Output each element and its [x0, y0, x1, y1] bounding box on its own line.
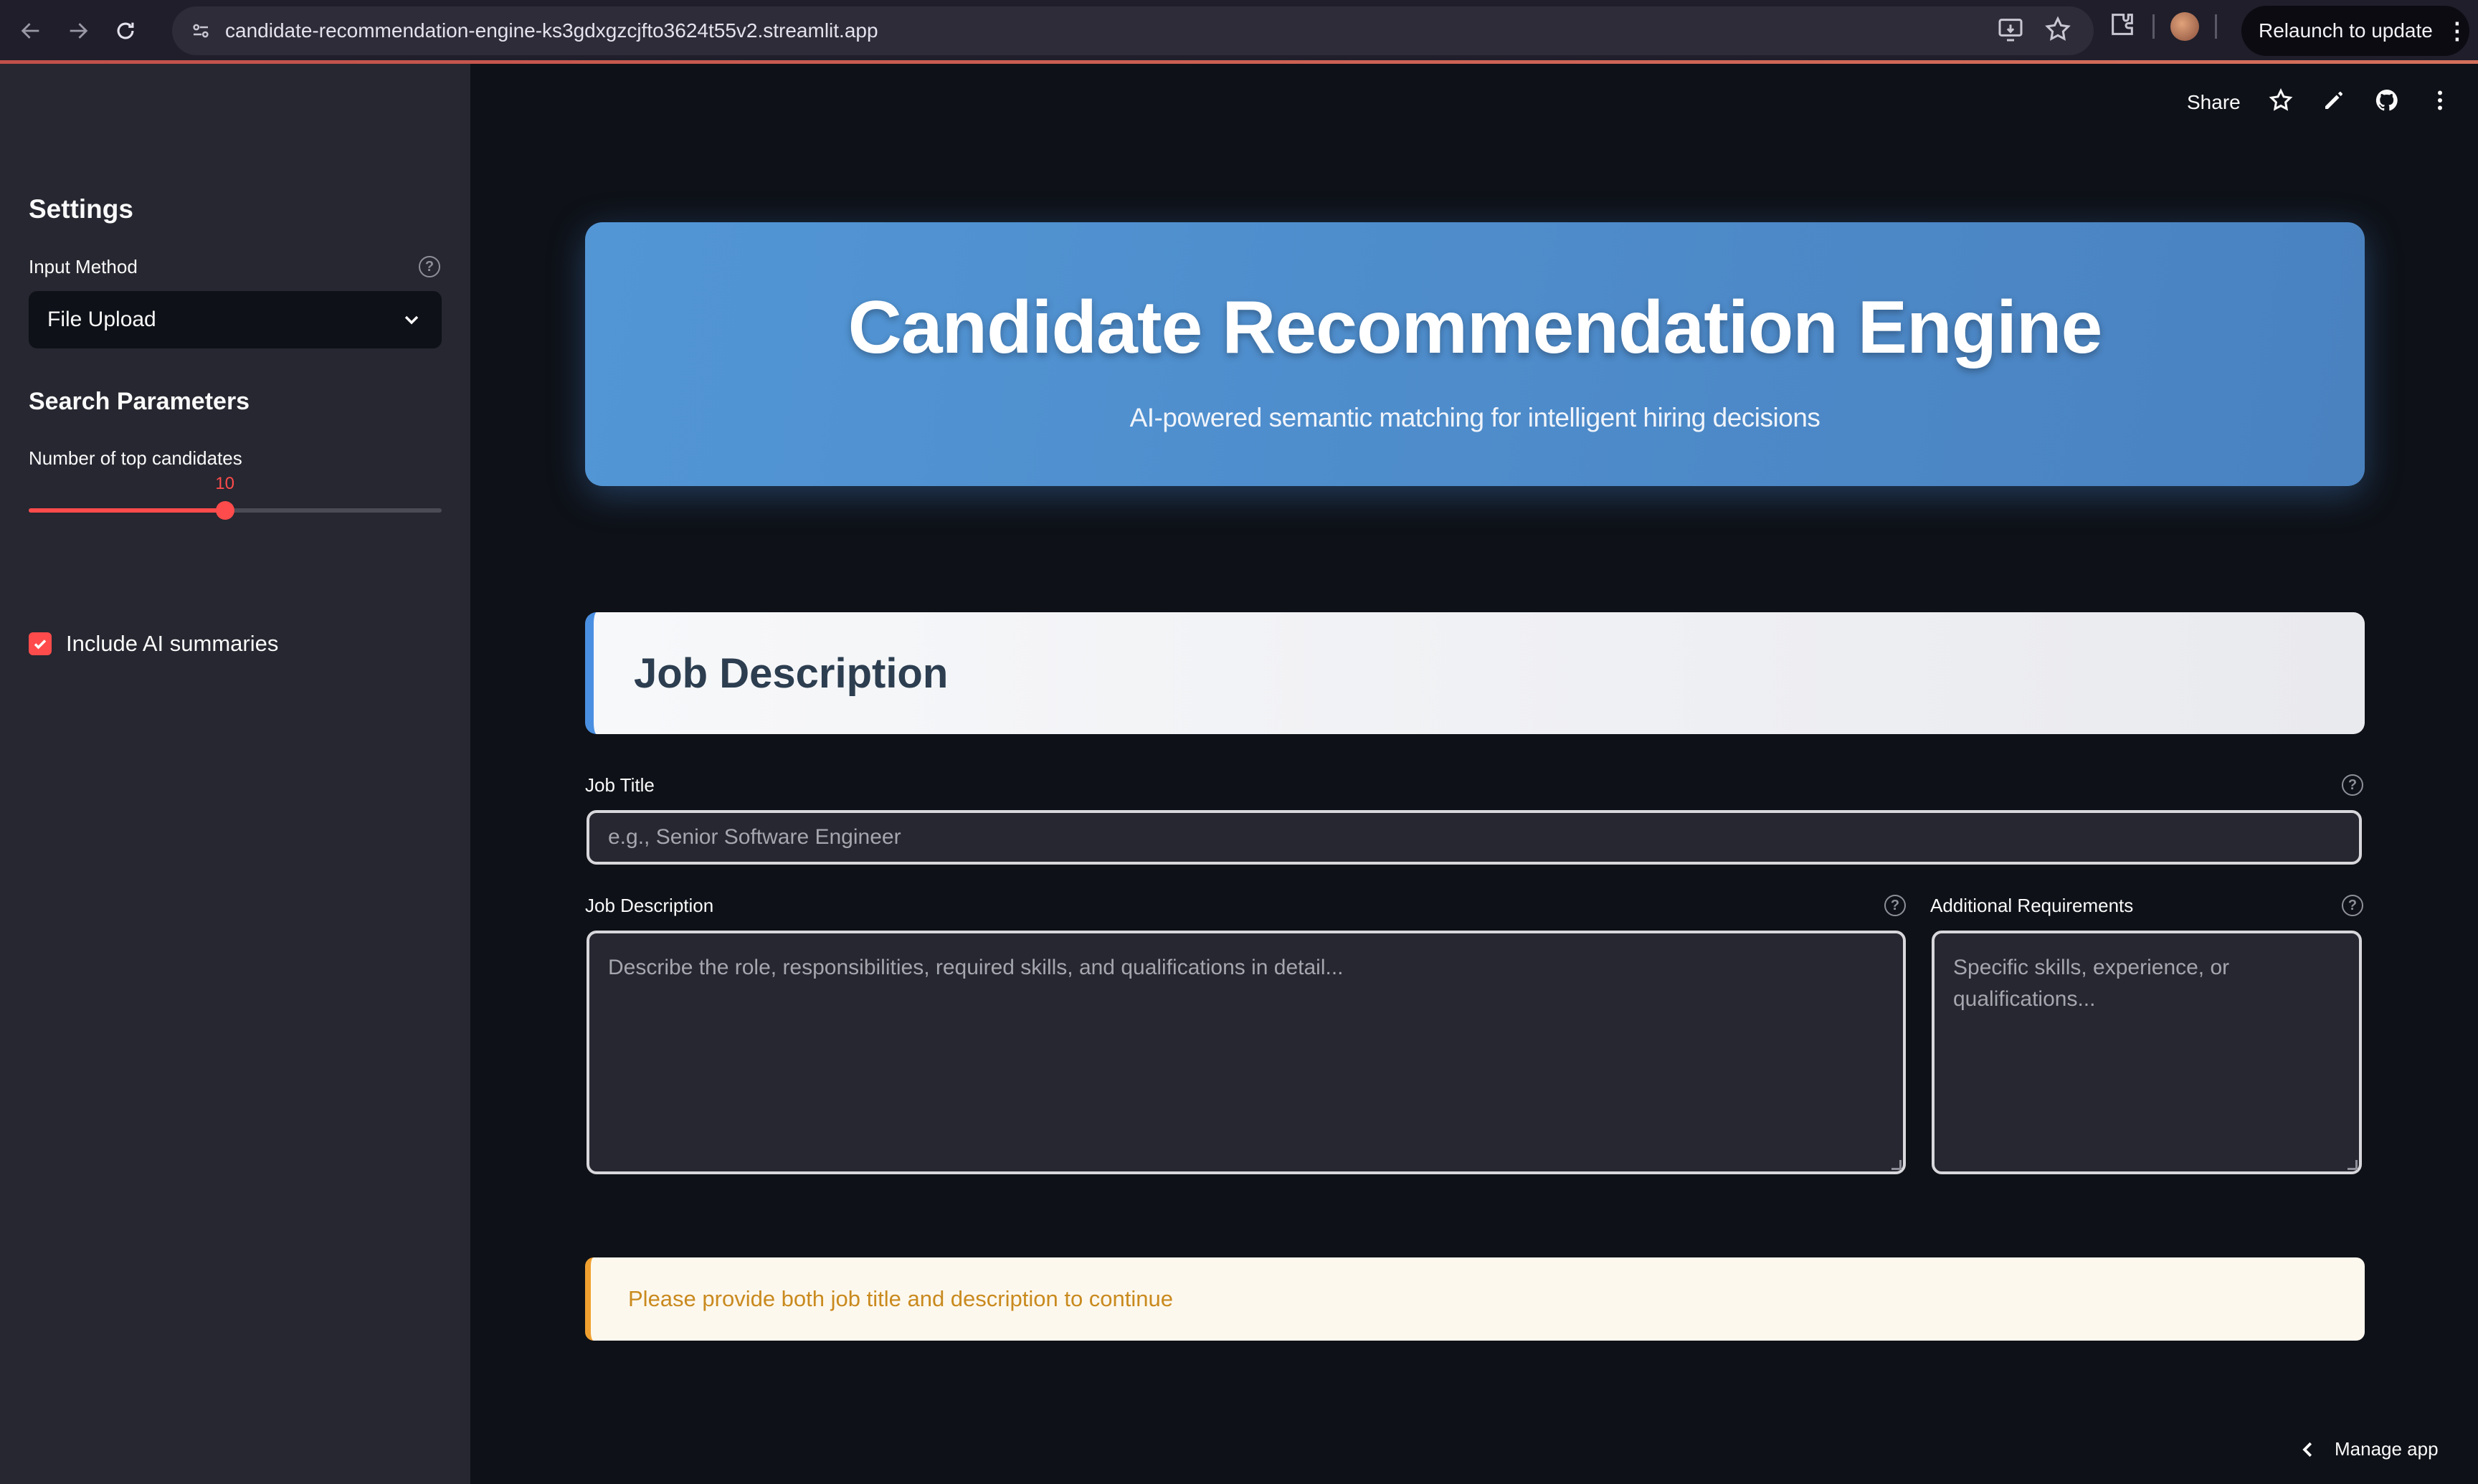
hero-banner: Candidate Recommendation Engine AI-power…	[585, 222, 2365, 486]
url-text[interactable]: candidate-recommendation-engine-ks3gdxgz…	[225, 19, 878, 42]
job-title-label: Job Title	[585, 774, 655, 796]
additional-requirements-textarea[interactable]	[1932, 931, 2362, 1174]
share-button[interactable]: Share	[2187, 91, 2241, 114]
app-toolbar: Share	[2187, 87, 2453, 117]
job-description-section-header: Job Description	[585, 612, 2365, 734]
resize-handle[interactable]	[1891, 1160, 1902, 1170]
toolbar-divider	[2215, 14, 2217, 39]
relaunch-button[interactable]: Relaunch to update ⋮	[2241, 6, 2469, 56]
site-settings-icon[interactable]	[186, 16, 215, 45]
more-vert-icon[interactable]: ⋮	[2446, 17, 2469, 44]
relaunch-label: Relaunch to update	[2259, 19, 2433, 42]
address-bar[interactable]: candidate-recommendation-engine-ks3gdxgz…	[172, 6, 2094, 55]
sidebar-title: Settings	[29, 194, 133, 224]
help-icon[interactable]: ?	[2342, 774, 2363, 796]
ai-summaries-label[interactable]: Include AI summaries	[66, 631, 278, 657]
job-title-input[interactable]	[587, 810, 2362, 865]
input-method-value: File Upload	[47, 308, 156, 331]
extensions-icon[interactable]	[2108, 10, 2137, 42]
chevron-down-icon	[404, 315, 419, 325]
slider-value: 10	[215, 474, 234, 493]
job-description-label: Job Description	[585, 895, 714, 916]
slider-fill	[29, 508, 225, 513]
help-icon[interactable]: ?	[1884, 895, 1906, 916]
page-title: Candidate Recommendation Engine	[848, 286, 2103, 369]
search-parameters-heading: Search Parameters	[29, 388, 250, 415]
edit-pencil-icon[interactable]	[2321, 87, 2347, 117]
resize-handle[interactable]	[2348, 1160, 2358, 1170]
top-candidates-label: Number of top candidates	[29, 447, 242, 469]
warning-alert: Please provide both job title and descri…	[585, 1257, 2365, 1341]
more-vert-icon[interactable]	[2427, 87, 2453, 117]
input-method-label: Input Method	[29, 256, 138, 277]
star-icon[interactable]	[2268, 87, 2294, 117]
page-subtitle: AI-powered semantic matching for intelli…	[1129, 403, 1820, 432]
toolbar-divider	[2152, 14, 2155, 39]
checkmark-icon	[34, 639, 47, 650]
warning-text: Please provide both job title and descri…	[628, 1286, 1173, 1311]
job-description-textarea[interactable]	[587, 931, 1906, 1174]
additional-requirements-label: Additional Requirements	[1930, 895, 2134, 916]
back-arrow-icon[interactable]	[10, 10, 52, 52]
manage-app-button[interactable]: Manage app	[2297, 1438, 2439, 1460]
input-method-select[interactable]: File Upload	[29, 291, 442, 348]
manage-app-label: Manage app	[2335, 1438, 2439, 1460]
ai-summaries-checkbox[interactable]	[29, 632, 52, 655]
help-icon[interactable]: ?	[419, 256, 440, 277]
slider-thumb[interactable]	[215, 501, 234, 520]
github-icon[interactable]	[2374, 87, 2400, 117]
forward-arrow-icon[interactable]	[57, 10, 99, 52]
help-icon[interactable]: ?	[2342, 895, 2363, 916]
reload-icon[interactable]	[105, 10, 146, 52]
sidebar: Settings Input Method ? File Upload Sear…	[0, 64, 470, 1484]
profile-avatar[interactable]	[2170, 11, 2199, 41]
section-heading: Job Description	[634, 650, 949, 697]
chevron-left-icon	[2302, 1442, 2312, 1457]
bookmark-star-icon[interactable]	[2043, 15, 2072, 47]
top-candidates-slider[interactable]: 10	[29, 474, 442, 520]
install-app-icon[interactable]	[1996, 15, 2025, 47]
